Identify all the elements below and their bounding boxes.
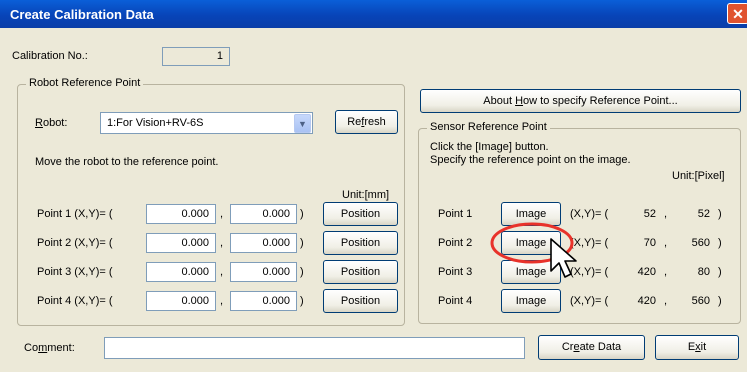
- sensor-point-label: Point 2: [438, 237, 473, 249]
- close-button[interactable]: ✕: [727, 3, 747, 24]
- robot-point-label: Point 4 (X,Y)= (: [37, 295, 113, 307]
- robot-point-y-field[interactable]: 0.000: [230, 291, 297, 311]
- sensor-instruction-1: Click the [Image] button.: [430, 141, 549, 153]
- calibration-label: Calibration No.:: [12, 50, 88, 62]
- comment-input[interactable]: [104, 337, 525, 359]
- title-bar: Create Calibration Data ✕: [0, 0, 747, 28]
- robot-point-separator: ,: [220, 208, 224, 220]
- mouse-cursor-icon: [550, 238, 577, 278]
- chevron-down-icon[interactable]: ▼: [294, 114, 311, 133]
- robot-group-title: Robot Reference Point: [26, 77, 144, 89]
- calibration-number-field: 1: [162, 47, 230, 66]
- robot-point-close-paren: ): [300, 237, 304, 249]
- sensor-separator: ,: [664, 295, 668, 307]
- position-button-3[interactable]: Position: [323, 260, 398, 284]
- sensor-group-title: Sensor Reference Point: [427, 121, 550, 133]
- sensor-point-label: Point 3: [438, 266, 473, 278]
- exit-button[interactable]: Exit: [655, 335, 739, 360]
- window-title: Create Calibration Data: [10, 7, 154, 22]
- create-data-button[interactable]: Create Data: [538, 335, 645, 360]
- robot-point-x-field[interactable]: 0.000: [146, 291, 216, 311]
- sensor-unit-label: Unit:[Pixel]: [672, 170, 725, 182]
- robot-point-label: Point 2 (X,Y)= (: [37, 237, 113, 249]
- comment-label: Comment:: [24, 342, 75, 354]
- robot-point-close-paren: ): [300, 208, 304, 220]
- robot-select[interactable]: 1:For Vision+RV-6S ▼: [100, 112, 313, 134]
- close-icon: ✕: [732, 6, 744, 22]
- sensor-close-paren: ): [718, 266, 722, 278]
- sensor-close-paren: ): [718, 208, 722, 220]
- robot-point-x-field[interactable]: 0.000: [146, 204, 216, 224]
- sensor-x-value: 420: [637, 266, 656, 278]
- robot-point-close-paren: ): [300, 266, 304, 278]
- robot-point-label: Point 3 (X,Y)= (: [37, 266, 113, 278]
- sensor-point-label: Point 1: [438, 208, 473, 220]
- sensor-y-value: 52: [697, 208, 710, 220]
- robot-point-close-paren: ): [300, 295, 304, 307]
- robot-instruction: Move the robot to the reference point.: [35, 156, 219, 168]
- image-button-4[interactable]: Image: [501, 289, 561, 313]
- robot-unit-label: Unit:[mm]: [342, 189, 390, 201]
- sensor-separator: ,: [664, 237, 668, 249]
- sensor-x-value: 70: [643, 237, 656, 249]
- robot-label: Robot:: [35, 117, 68, 129]
- sensor-x-value: 52: [643, 208, 656, 220]
- robot-point-y-field[interactable]: 0.000: [230, 204, 297, 224]
- robot-point-separator: ,: [220, 295, 224, 307]
- sensor-point-label: Point 4: [438, 295, 473, 307]
- position-button-4[interactable]: Position: [323, 289, 398, 313]
- position-button-1[interactable]: Position: [323, 202, 398, 226]
- sensor-y-value: 80: [697, 266, 710, 278]
- sensor-y-value: 560: [691, 295, 710, 307]
- robot-point-x-field[interactable]: 0.000: [146, 233, 216, 253]
- robot-point-y-field[interactable]: 0.000: [230, 262, 297, 282]
- robot-point-label: Point 1 (X,Y)= (: [37, 208, 113, 220]
- robot-point-y-field[interactable]: 0.000: [230, 233, 297, 253]
- position-button-2[interactable]: Position: [323, 231, 398, 255]
- sensor-coord-label: (X,Y)= (: [570, 295, 609, 307]
- sensor-separator: ,: [664, 208, 668, 220]
- sensor-x-value: 420: [637, 295, 656, 307]
- robot-point-separator: ,: [220, 266, 224, 278]
- robot-select-value: 1:For Vision+RV-6S: [107, 117, 204, 129]
- robot-point-separator: ,: [220, 237, 224, 249]
- refresh-button[interactable]: Refresh: [335, 110, 398, 134]
- sensor-close-paren: ): [718, 295, 722, 307]
- calibration-number-value: 1: [216, 50, 223, 62]
- sensor-instruction-2: Specify the reference point on the image…: [430, 154, 631, 166]
- sensor-y-value: 560: [691, 237, 710, 249]
- sensor-close-paren: ): [718, 237, 722, 249]
- about-reference-point-button[interactable]: About How to specify Reference Point...: [420, 89, 741, 113]
- sensor-coord-label: (X,Y)= (: [570, 208, 609, 220]
- dialog-window: Create Calibration Data ✕ Calibration No…: [0, 0, 747, 372]
- robot-point-x-field[interactable]: 0.000: [146, 262, 216, 282]
- sensor-separator: ,: [664, 266, 668, 278]
